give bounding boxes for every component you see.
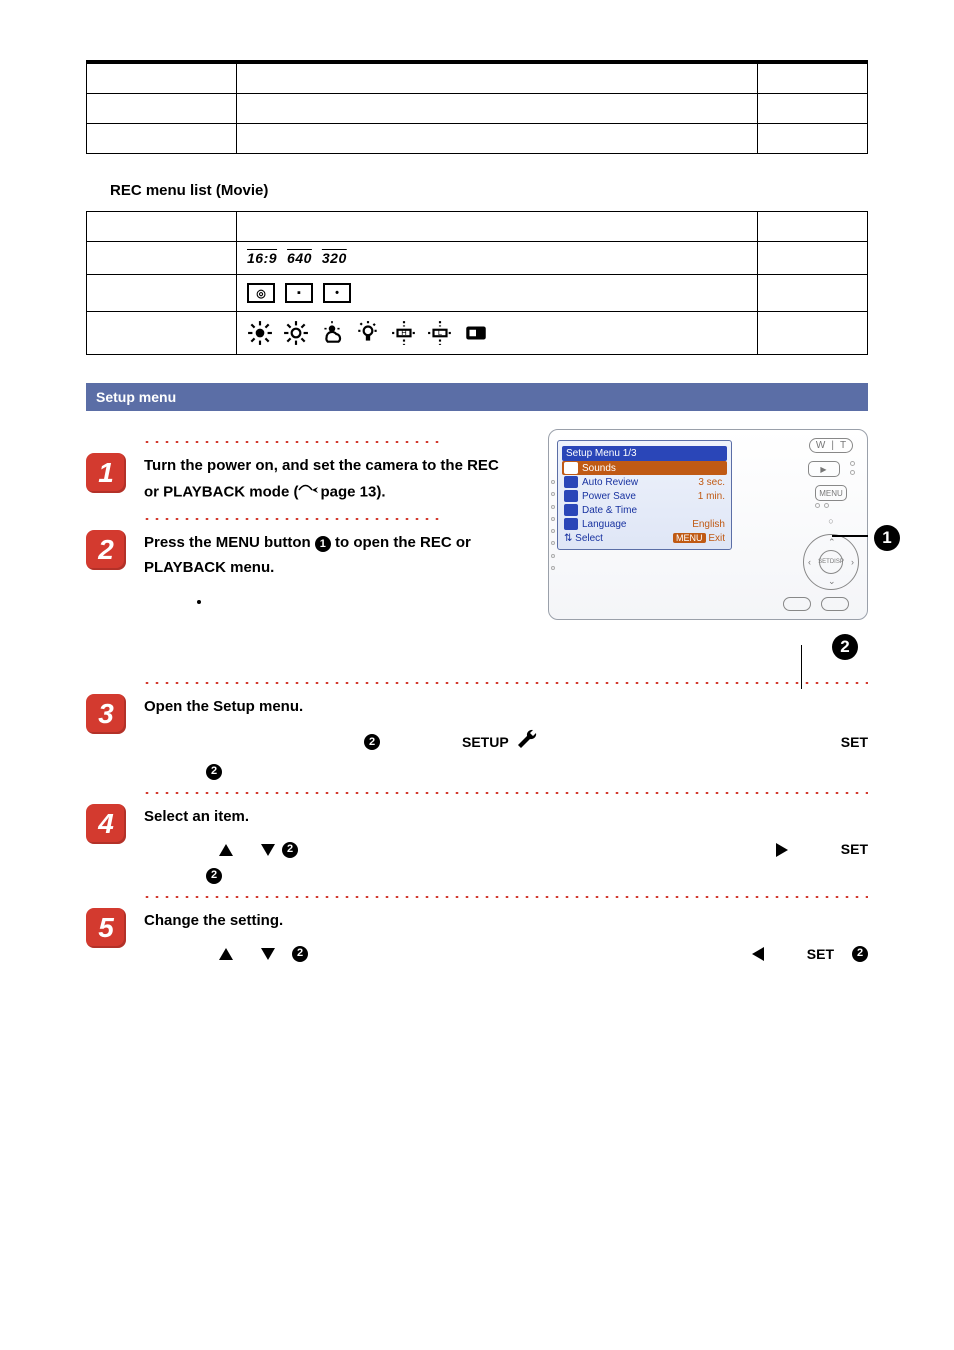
table-row xyxy=(87,124,868,154)
right-arrow-icon: › xyxy=(851,557,854,567)
table-row xyxy=(87,94,868,124)
step-2-title: Press the MENU button 1 to open the REC … xyxy=(144,530,504,581)
zoom-rocker: W|T xyxy=(809,438,853,453)
metering-center-icon: ▪ xyxy=(285,283,313,303)
step-1-title: Turn the power on, and set the camera to… xyxy=(144,453,504,506)
callout-ref-2-icon: 2 xyxy=(282,842,298,858)
step-divider xyxy=(142,894,868,900)
step-3-title: Open the Setup menu. xyxy=(144,694,868,720)
camera-illustration: Setup Menu 1/3 Sounds Auto Review3 sec. … xyxy=(548,429,868,620)
step-5-title: Change the setting. xyxy=(144,908,868,934)
metering-multi-icon: ◎ xyxy=(247,283,275,303)
lcd-exit-hint: MENU Exit xyxy=(673,533,725,544)
menu-button: MENU xyxy=(815,485,847,501)
table-row xyxy=(87,212,868,242)
table-row: ◎ ▪ • xyxy=(87,275,868,312)
wb-fluorescent-l-icon: L xyxy=(427,320,453,346)
wb-custom-icon xyxy=(463,320,489,346)
wb-fluorescent-h-icon: H xyxy=(391,320,417,346)
down-triangle-icon xyxy=(260,947,276,961)
set-label: SET xyxy=(841,837,868,862)
metering-spot-icon: • xyxy=(323,283,351,303)
four-way-controller: SETDISP ⌃ ⌄ ‹ › xyxy=(803,534,859,590)
svg-text:H: H xyxy=(401,328,406,337)
svg-text:L: L xyxy=(438,328,442,337)
lcd-row-value: English xyxy=(692,519,725,530)
callout-ref-2-icon: 2 xyxy=(206,764,222,780)
step-2-badge: 2 xyxy=(86,530,126,570)
callout-2: 2 xyxy=(832,634,858,660)
wb-cloudy-icon xyxy=(319,320,345,346)
callout-ref-1-icon: 1 xyxy=(315,536,331,552)
step-3-badge: 3 xyxy=(86,694,126,734)
setup-icon xyxy=(515,727,541,757)
down-triangle-icon xyxy=(260,843,276,857)
lcd-screen: Setup Menu 1/3 Sounds Auto Review3 sec. … xyxy=(557,440,732,550)
rec-menu-heading: REC menu list (Movie) xyxy=(110,182,868,199)
step-5-sub: 2 SET 2 xyxy=(166,942,868,967)
white-balance-icon-row: H L xyxy=(247,320,747,346)
step-divider xyxy=(142,680,868,686)
callout-1: 1 xyxy=(874,525,900,551)
lcd-title: Setup Menu 1/3 xyxy=(566,448,637,459)
right-triangle-icon xyxy=(775,842,789,858)
up-arrow-icon: ⌃ xyxy=(828,537,836,548)
step-2-sub xyxy=(166,589,504,614)
lcd-row-label: Sounds xyxy=(582,463,721,474)
down-arrow-icon: ⌄ xyxy=(828,576,836,587)
step-divider xyxy=(142,790,868,796)
language-icon xyxy=(564,518,578,530)
table-row xyxy=(87,64,868,94)
step-4-sub: 2 SET 2 xyxy=(166,837,868,884)
movie-size-16-9: 16:9 xyxy=(247,250,277,266)
lcd-row-label: Auto Review xyxy=(582,477,694,488)
sounds-icon xyxy=(564,462,578,474)
step-5-badge: 5 xyxy=(86,908,126,948)
callout-ref-2-icon: 2 xyxy=(364,734,380,750)
step-1-badge: 1 xyxy=(86,453,126,493)
table-row: H L xyxy=(87,312,868,355)
left-arrow-icon: ‹ xyxy=(808,557,811,567)
left-triangle-icon xyxy=(751,946,765,962)
wb-auto-icon xyxy=(247,320,273,346)
lcd-row-label: Power Save xyxy=(582,491,694,502)
wb-tungsten-icon xyxy=(355,320,381,346)
step-3-sub: 2 SETUP SET 2 xyxy=(166,727,868,779)
power-save-icon xyxy=(564,490,578,502)
step-4-title: Select an item. xyxy=(144,804,868,830)
lcd-select-hint: ⇅ Select xyxy=(564,533,603,544)
set-label: SET xyxy=(807,942,834,967)
lcd-row-value: 3 sec. xyxy=(698,477,725,488)
table-row: 16:9 640 320 xyxy=(87,242,868,275)
setup-label: SETUP xyxy=(462,730,509,755)
playback-button-icon: ▶ xyxy=(808,461,840,477)
lcd-row-label: Date & Time xyxy=(582,505,721,516)
movie-size-640: 640 xyxy=(287,250,312,266)
rec-menu-table: 16:9 640 320 ◎ ▪ • xyxy=(86,211,868,355)
up-triangle-icon xyxy=(218,843,234,857)
callout-ref-2-icon: 2 xyxy=(852,946,868,962)
auto-review-icon xyxy=(564,476,578,488)
step-4-badge: 4 xyxy=(86,804,126,844)
callout-ref-2-icon: 2 xyxy=(292,946,308,962)
callout-ref-2-icon: 2 xyxy=(206,868,222,884)
lcd-row-value: 1 min. xyxy=(698,491,725,502)
step-divider xyxy=(142,516,442,522)
table-continuation xyxy=(86,63,868,154)
setup-menu-heading: Setup menu xyxy=(86,383,868,411)
page-reference-icon xyxy=(298,479,320,506)
up-triangle-icon xyxy=(218,947,234,961)
step-divider xyxy=(142,439,442,445)
lcd-row-label: Language xyxy=(582,519,688,530)
set-label: SET xyxy=(841,730,868,755)
movie-size-320: 320 xyxy=(322,250,347,266)
wb-daylight-icon xyxy=(283,320,309,346)
date-time-icon xyxy=(564,504,578,516)
